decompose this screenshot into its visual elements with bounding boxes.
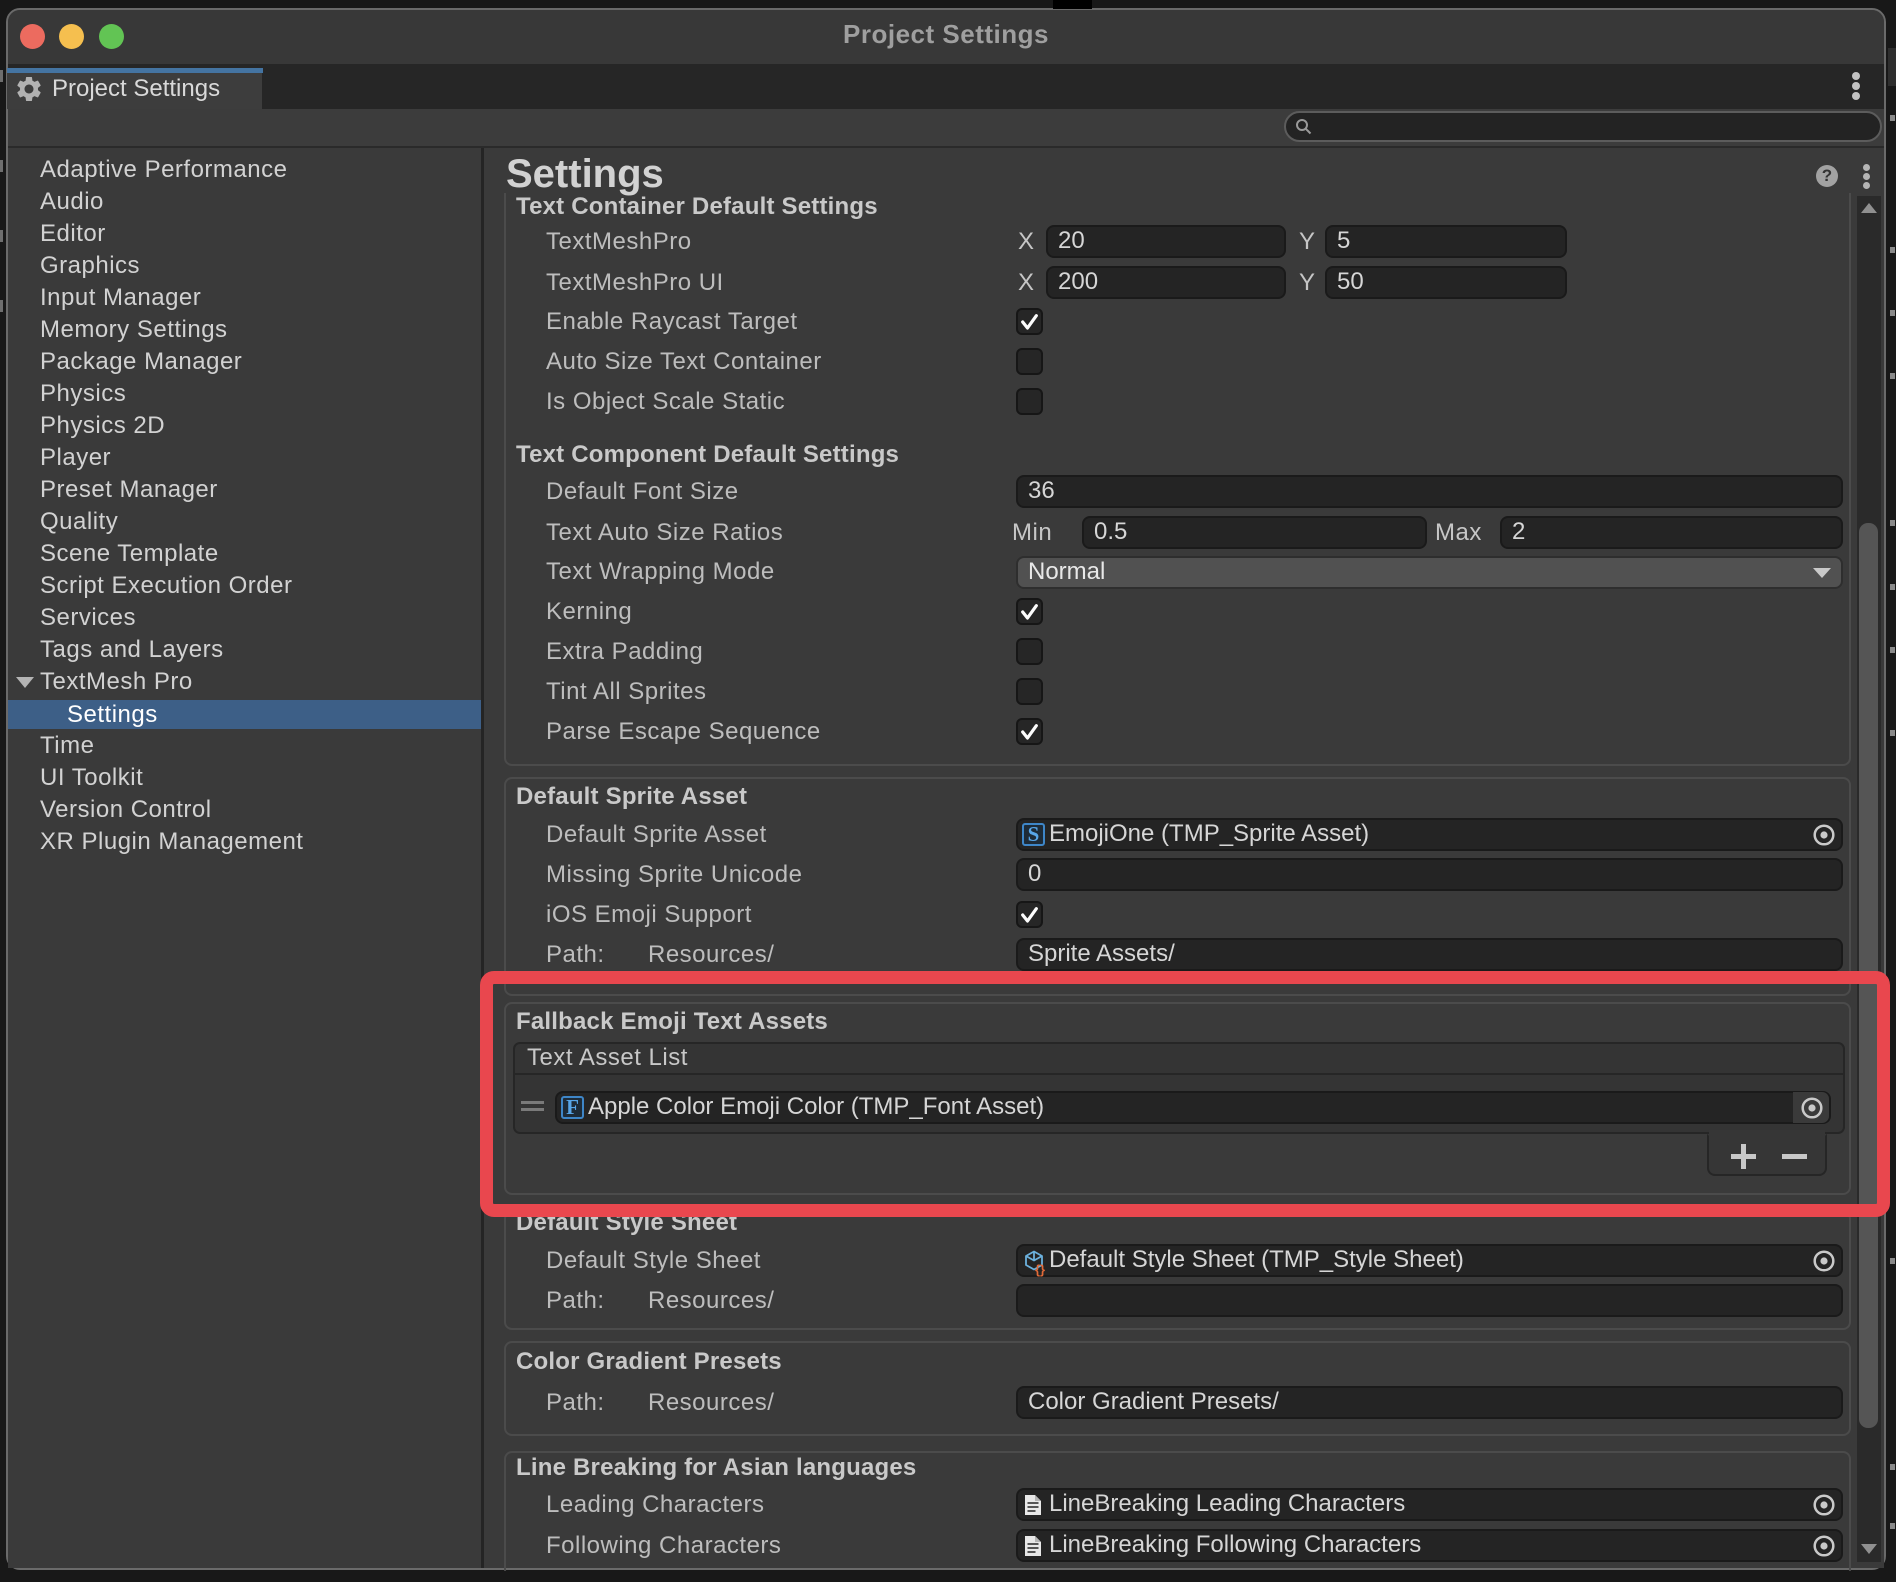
svg-text:{}: {} (1035, 1262, 1045, 1277)
